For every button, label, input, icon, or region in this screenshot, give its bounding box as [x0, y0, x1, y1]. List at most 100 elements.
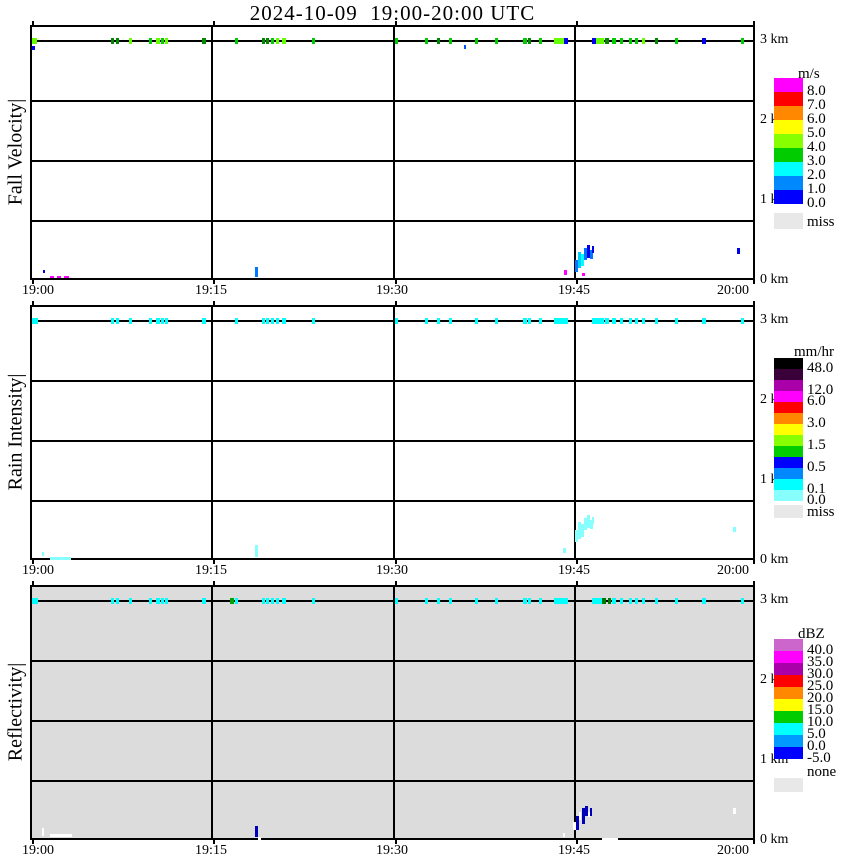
echo-mark-3km [271, 598, 274, 604]
echo-mark [579, 812, 581, 820]
legend-missing-label: none [807, 764, 837, 780]
echo-mark-3km [655, 598, 658, 604]
height-tick-label: 0 km [760, 272, 789, 287]
legend-color-swatch [774, 106, 803, 120]
echo-mark-3km [266, 318, 269, 324]
axis-tick [753, 560, 755, 564]
echo-mark-3km [395, 318, 398, 324]
time-gridline [573, 307, 576, 558]
echo-mark-3km [156, 38, 160, 44]
echo-mark-3km [523, 598, 527, 604]
axis-tick [394, 21, 397, 25]
time-gridline [573, 587, 576, 838]
plot-area-rain-intensity [30, 305, 755, 560]
echo-mark-3km [605, 38, 609, 44]
height-tick-label: 0 km [760, 832, 789, 847]
height-tick-label: 3 km [760, 32, 789, 47]
echo-mark-3km [528, 318, 531, 324]
echo-mark [592, 246, 594, 253]
height-gridline [32, 220, 753, 222]
legend-fall-velocity: m/s 8.0 7.0 6.0 5.0 4.0 3.0 2.0 1.0 0.0 miss [774, 66, 850, 236]
x-tick-label: 19:00 [22, 283, 54, 298]
axis-tick [32, 21, 34, 25]
axis-tick [575, 301, 578, 305]
echo-mark [255, 826, 258, 837]
height-gridline [32, 720, 753, 722]
echo-mark-3km [32, 318, 38, 324]
legend-color-swatch [774, 162, 803, 176]
echo-mark-3km [612, 38, 616, 44]
echo-mark-3km [111, 318, 114, 324]
echo-mark-3km [161, 318, 164, 324]
echo-mark-3km [702, 38, 706, 44]
legend-color-swatch [774, 391, 803, 402]
echo-mark-3km [741, 598, 744, 604]
height-gridline [32, 500, 753, 502]
echo-mark-3km [495, 38, 498, 44]
height-gridline [32, 660, 753, 662]
echo-mark-3km [449, 598, 452, 604]
legend-color-swatch [774, 78, 803, 92]
x-tick-label: 20:00 [717, 563, 749, 578]
echo-mark-3km [276, 38, 279, 44]
echo-mark-3km [202, 38, 206, 44]
echo-mark-3km [741, 38, 744, 44]
x-tick-label: 19:45 [558, 563, 590, 578]
time-gridline [211, 587, 214, 838]
echo-mark-3km [129, 598, 132, 604]
echo-mark-3km [475, 598, 478, 604]
echo-mark-3km [116, 598, 119, 604]
echo-mark [563, 833, 565, 837]
echo-mark-3km [539, 318, 542, 324]
echo-mark-3km [161, 598, 164, 604]
legend-color-swatch [774, 723, 803, 735]
echo-mark-3km [425, 598, 428, 604]
echo-mark-3km [539, 598, 542, 604]
legend-color-swatch [774, 176, 803, 190]
echo-mark-3km [675, 38, 678, 44]
legend-color-swatch [774, 380, 803, 391]
y-axis-label-reflectivity: Reflectivity| [4, 662, 27, 762]
echo-mark-3km [642, 38, 645, 44]
legend-color-swatch [774, 120, 803, 134]
echo-mark-3km [165, 318, 168, 324]
legend-color-swatch [774, 699, 803, 711]
echo-mark-3km [230, 598, 234, 604]
legend-value-label: 6.0 [807, 393, 826, 409]
axis-tick [753, 21, 755, 25]
echo-mark-3km [437, 318, 440, 324]
echo-mark [255, 267, 258, 277]
legend-color-swatch [774, 490, 803, 501]
echo-mark [42, 552, 44, 556]
echo-mark-3km [149, 598, 152, 604]
axis-tick [575, 581, 578, 585]
axis-tick [394, 581, 397, 585]
echo-mark-3km [266, 38, 269, 44]
echo-mark-3km [235, 318, 238, 324]
legend-value-label: 48.0 [807, 360, 834, 376]
axis-tick [213, 301, 216, 305]
echo-mark [57, 276, 61, 278]
echo-mark-3km [495, 598, 498, 604]
axis-tick [575, 21, 578, 25]
time-gridline [392, 27, 395, 278]
x-tick-label: 19:15 [195, 843, 227, 858]
height-gridline [32, 160, 753, 162]
mrr-quicklook-chart: { "title": "2024-10-09 19:00-20:00 UTC",… [0, 0, 850, 868]
legend-color-swatch [774, 435, 803, 446]
legend-color-swatch [774, 369, 803, 380]
time-gridline [392, 307, 395, 558]
legend-color-swatch [774, 663, 803, 675]
echo-mark-3km [475, 38, 478, 44]
x-tick-label: 19:30 [376, 563, 408, 578]
echo-mark-3km [282, 598, 286, 604]
axis-tick [753, 581, 755, 585]
echo-mark-3km [165, 598, 168, 604]
legend-color-swatch [774, 92, 803, 106]
echo-mark [50, 276, 54, 278]
legend-color-swatch [774, 457, 803, 468]
echo-mark-3km [235, 598, 238, 604]
echo-mark-3km [655, 38, 658, 44]
x-tick-label: 19:45 [558, 283, 590, 298]
echo-mark-3km [312, 318, 315, 324]
